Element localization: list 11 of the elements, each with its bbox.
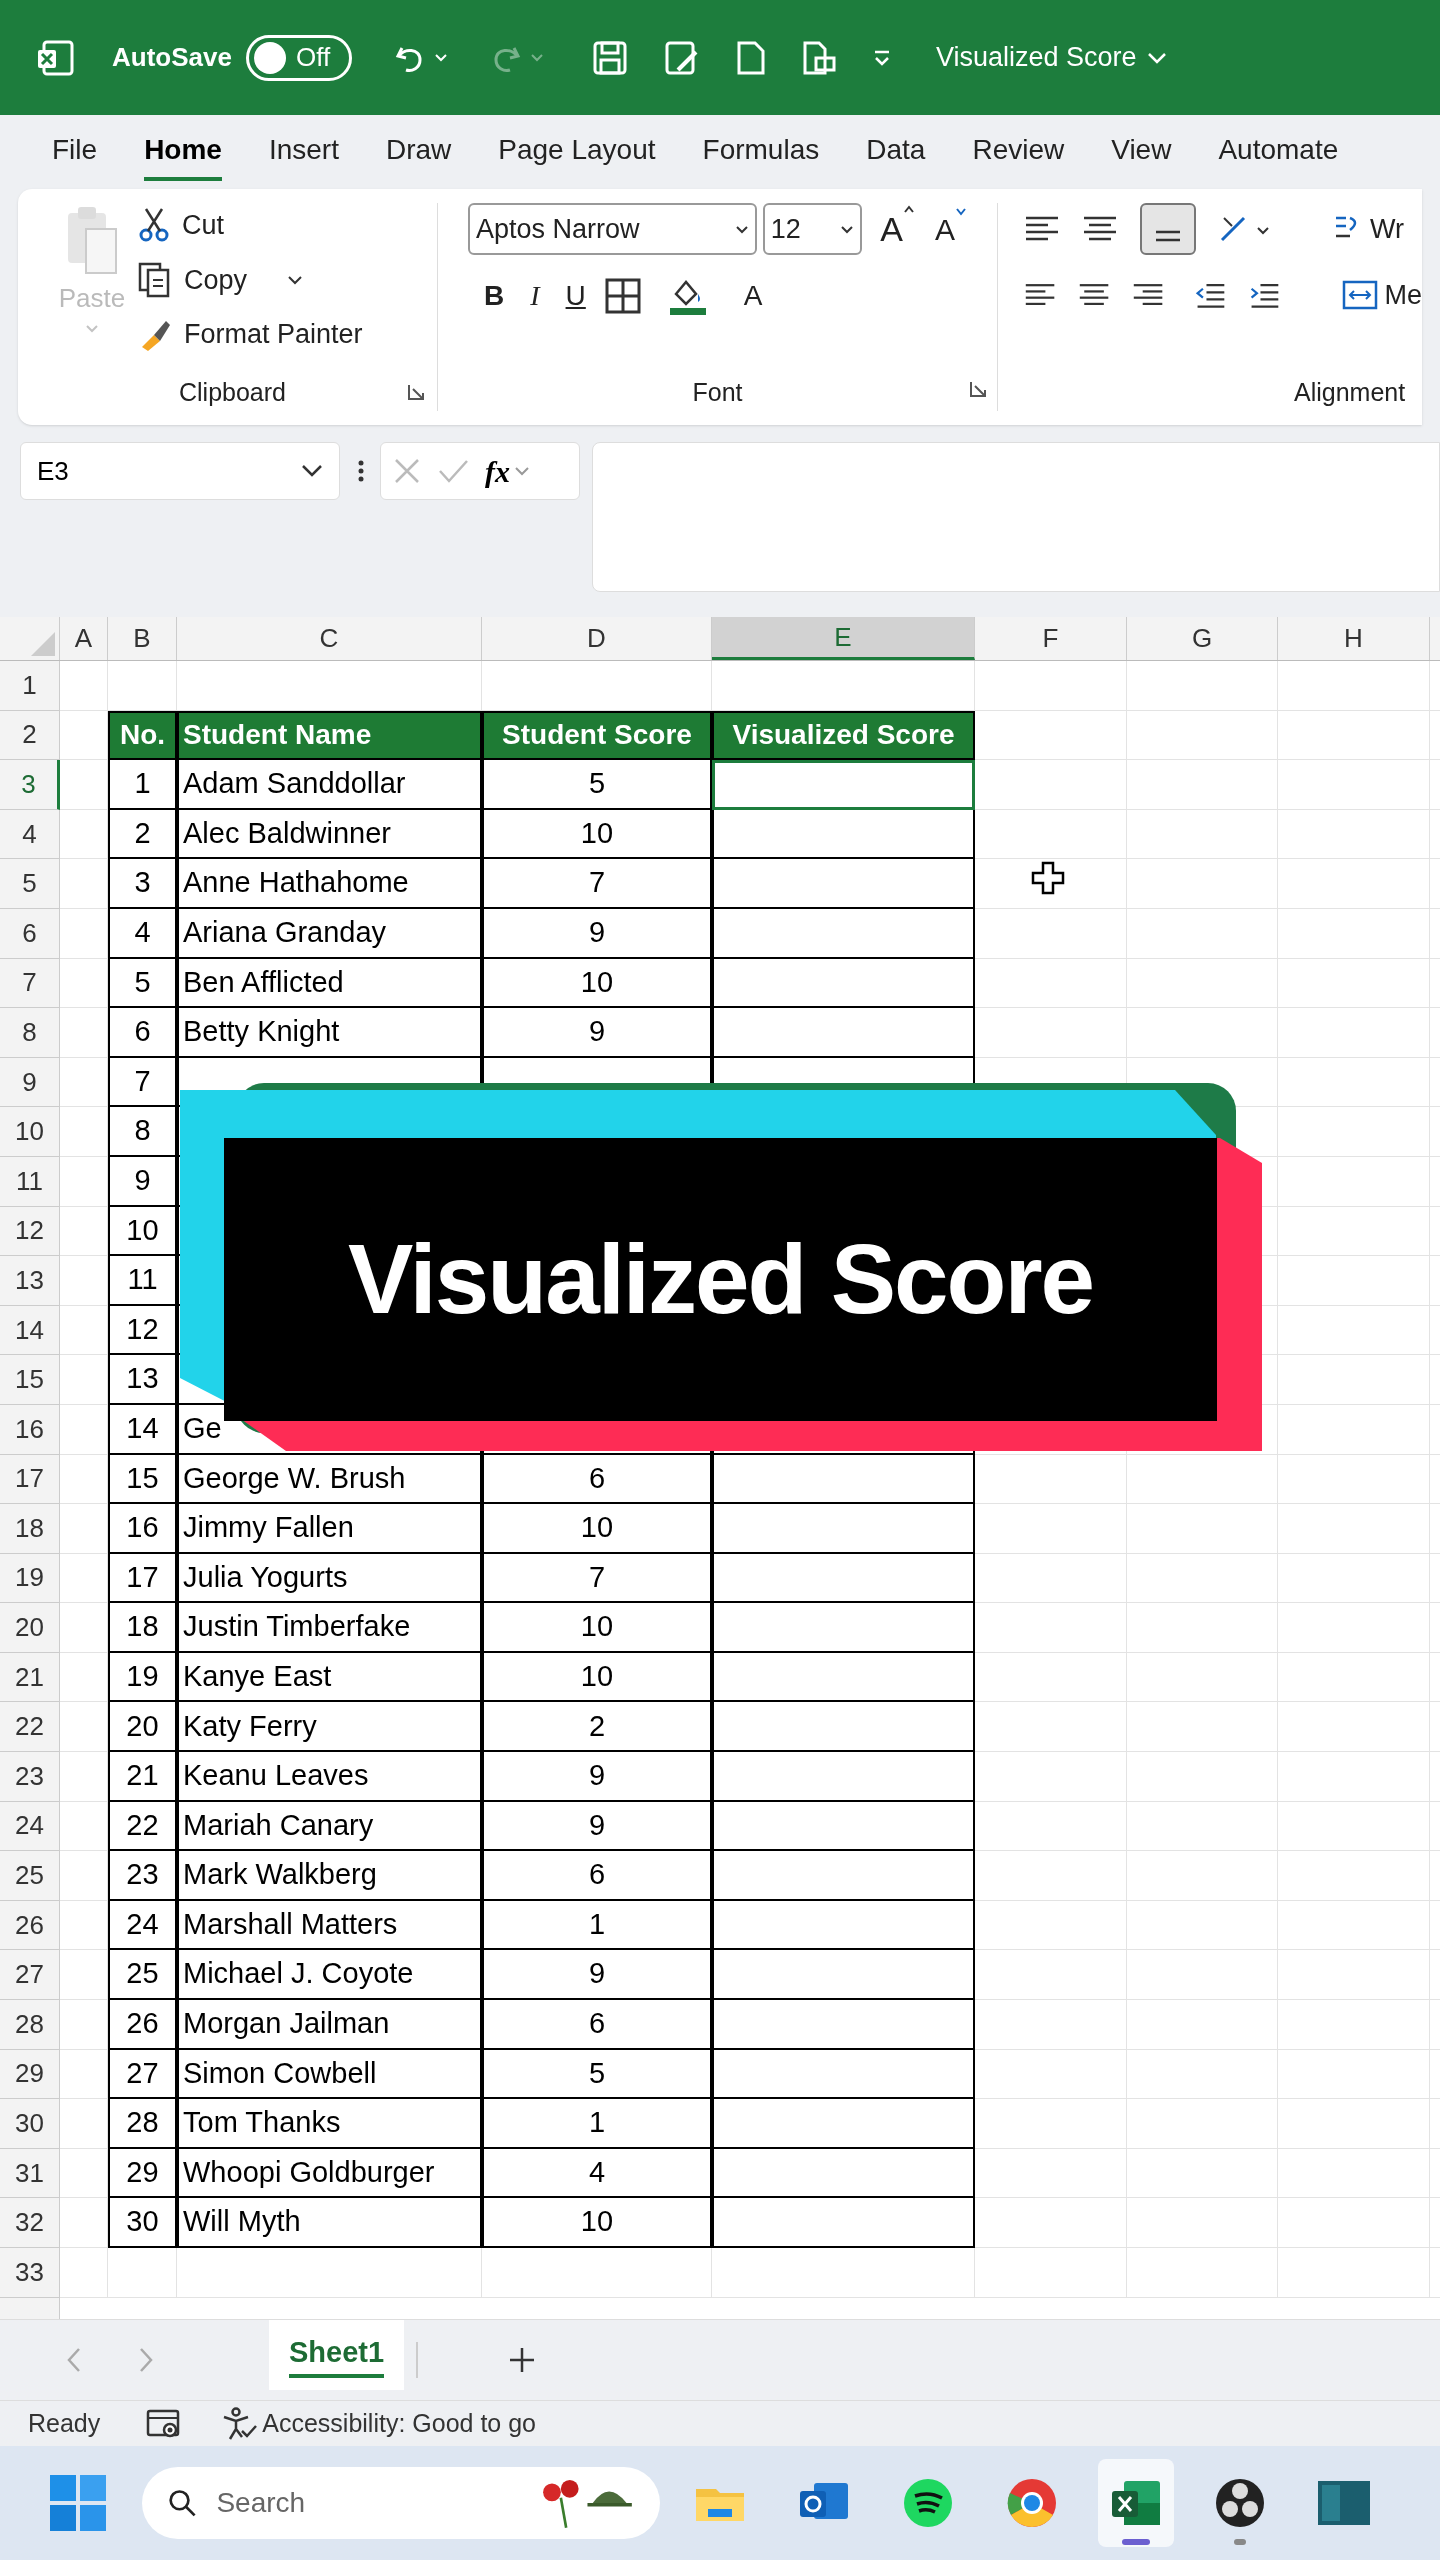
group-label: Alignment xyxy=(1294,377,1406,406)
status-text: Ready xyxy=(28,2407,101,2439)
table-header: No. xyxy=(108,710,177,761)
table-header: Student Score xyxy=(482,710,712,761)
table-header: Student Name xyxy=(177,710,482,761)
group-label: Clipboard xyxy=(179,376,286,408)
banner-title: Visualized Score xyxy=(347,1223,1094,1336)
group-label: Font xyxy=(692,376,743,408)
autosave-label: AutoSave xyxy=(112,41,232,74)
autosave-state: Off xyxy=(295,41,331,74)
table-header: Visualized Score xyxy=(712,710,975,761)
